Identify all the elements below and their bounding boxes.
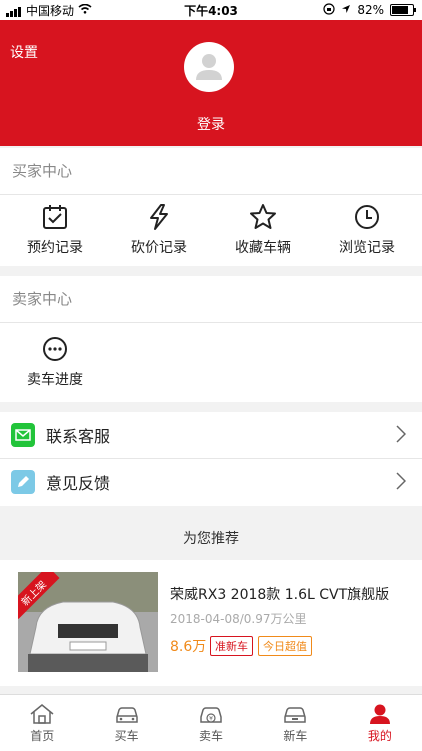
svg-text:¥: ¥ [209,715,213,722]
status-bar: 中国移动 下午4:03 82% [0,0,422,20]
bargain-records[interactable]: 砍价记录 [110,203,208,257]
battery-icon [390,4,416,16]
more-circle-icon [43,337,67,361]
tab-buy-car[interactable]: 买车 [84,695,168,751]
lightning-icon [150,204,168,230]
browse-history-label: 浏览记录 [339,240,395,256]
contact-service-label: 联系客服 [46,427,111,446]
tab-new-car-label: 新车 [283,728,308,743]
chevron-right-icon [396,425,406,443]
mail-icon [11,423,35,447]
recommend-title: 为您推荐 [183,531,239,547]
appointment-records-label: 预约记录 [27,240,83,256]
settings-button[interactable]: 设置 [10,42,38,62]
appointment-records[interactable]: 预约记录 [6,203,104,257]
car-meta: 2018-04-08/0.97万公里 [170,612,307,626]
pencil-icon [11,470,35,494]
tab-buy-car-label: 买车 [114,728,139,743]
car-thumbnail: 新上架 [18,572,158,672]
home-icon [30,703,54,724]
tab-mine[interactable]: 我的 [338,695,422,751]
battery-percent: 82% [357,3,384,17]
sell-car-icon: ¥ [200,706,222,723]
favorite-cars[interactable]: 收藏车辆 [214,203,312,257]
star-icon [250,204,276,229]
profile-header: 设置 登录 [0,20,422,146]
tag-near-new: 准新车 [210,636,253,656]
tab-home-label: 首页 [30,728,55,743]
rotation-lock-icon [323,2,335,18]
tab-home[interactable]: 首页 [0,695,84,751]
calendar-check-icon [43,205,67,229]
new-car-icon [284,706,307,723]
profile-icon [369,704,390,724]
seller-center-title: 卖家中心 [0,276,422,323]
location-icon [341,3,351,17]
user-placeholder-icon [196,54,222,80]
buyer-center-title: 买家中心 [0,148,422,195]
seller-center: 卖家中心 卖车进度 [0,276,422,402]
tab-sell-car[interactable]: ¥ 卖车 [169,695,253,751]
feedback-label: 意见反馈 [46,474,111,493]
tag-today-deal: 今日超值 [258,636,312,656]
car-title: 荣威RX3 2018款 1.6L CVT旗舰版 [170,587,390,603]
contact-service-row[interactable]: 联系客服 [0,412,422,459]
tab-bar: 首页 买车 ¥ 卖车 新车 我的 [0,694,422,751]
clock-icon [355,205,379,229]
chevron-right-icon [396,472,406,490]
car-icon [115,706,138,723]
tab-mine-label: 我的 [367,728,392,743]
buyer-center: 买家中心 预约记录 砍价记录 收藏车辆 浏览记录 [0,148,422,266]
menu-list: 联系客服 意见反馈 [0,412,422,506]
tab-new-car[interactable]: 新车 [253,695,337,751]
avatar[interactable] [184,42,234,92]
car-price: 8.6万 [170,639,207,655]
sell-progress-label: 卖车进度 [27,372,83,388]
bargain-records-label: 砍价记录 [131,240,187,256]
favorite-cars-label: 收藏车辆 [235,240,291,256]
car-card[interactable]: 新上架 荣威RX3 2018款 1.6L CVT旗舰版 2018-04-08/0… [0,560,422,686]
browse-history[interactable]: 浏览记录 [318,203,416,257]
feedback-row[interactable]: 意见反馈 [0,459,422,505]
login-button[interactable]: 登录 [0,114,422,134]
tab-sell-car-label: 卖车 [199,728,224,743]
sell-progress[interactable]: 卖车进度 [6,335,104,389]
